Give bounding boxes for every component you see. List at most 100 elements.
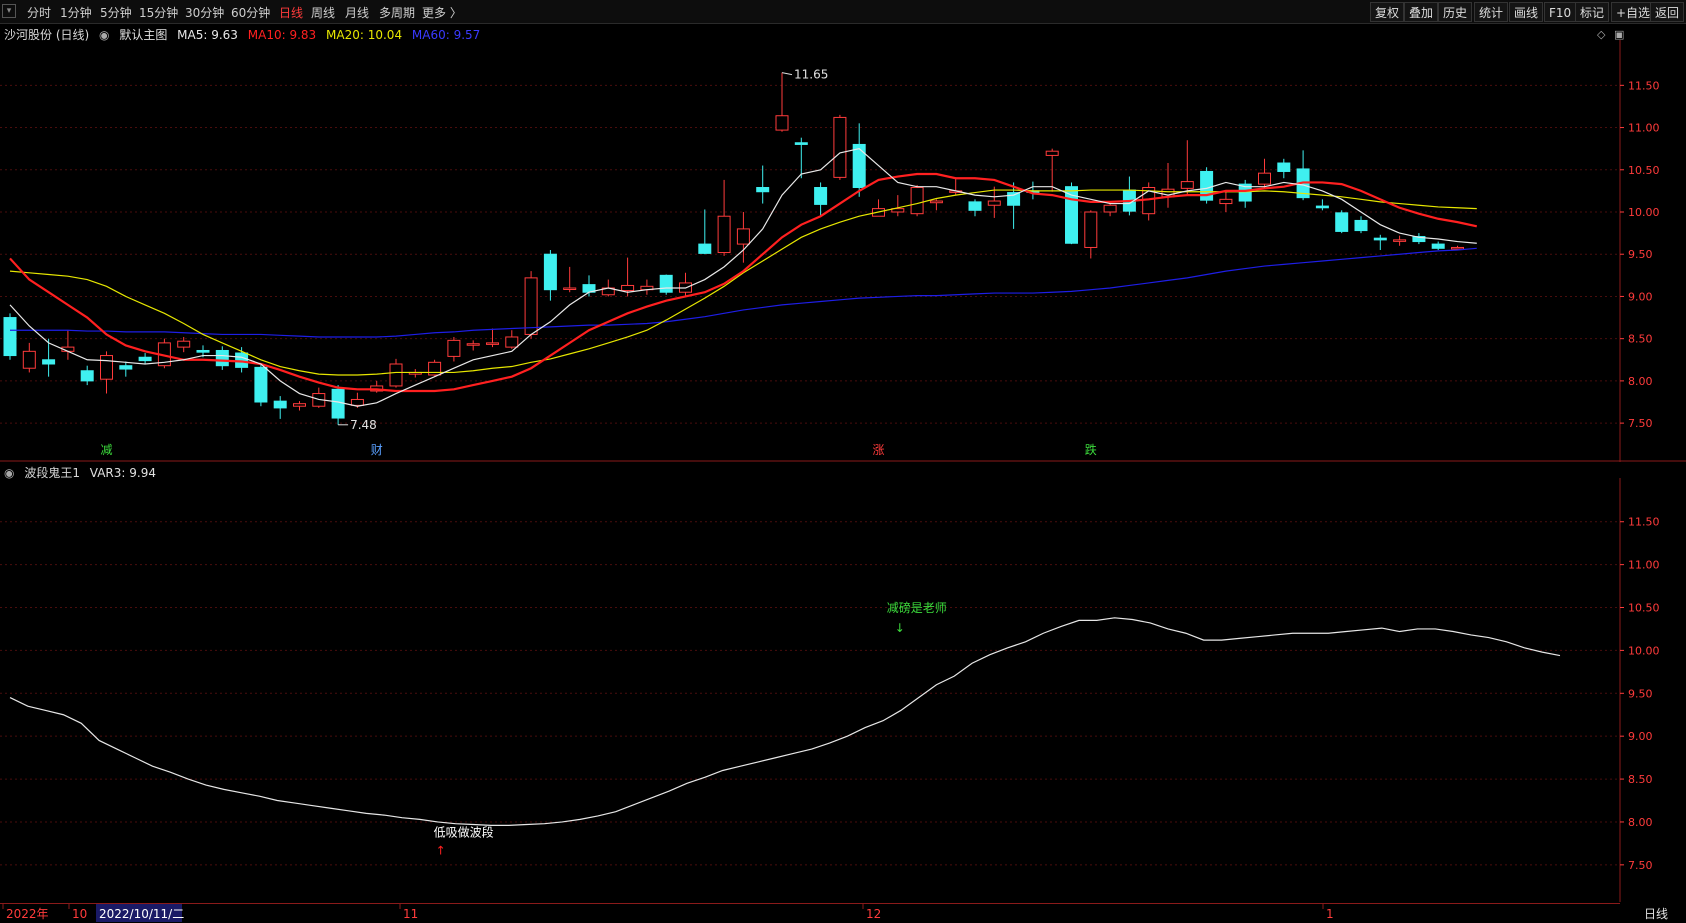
window-menu-icon[interactable]: ▾ — [2, 4, 16, 18]
sell-arrow-icon: ↓ — [895, 621, 905, 635]
period-30min[interactable]: 30分钟 — [185, 4, 224, 21]
candle-body — [293, 403, 306, 407]
sub-y-tick-label: 7.50 — [1628, 859, 1653, 872]
candle-body — [1315, 205, 1329, 209]
candle-body — [736, 228, 750, 245]
date-label-m12: 12 — [866, 907, 881, 921]
candle-body — [1373, 237, 1387, 241]
period-daily[interactable]: 日线 — [279, 4, 303, 21]
candle-body — [775, 115, 789, 131]
period-fenshi[interactable]: 分时 — [27, 4, 51, 21]
var3-line — [9, 617, 1561, 826]
date-axis: 2022年 10 11 12 1 2022/10/11/二 日线 — [0, 903, 1686, 923]
candle-body — [486, 342, 499, 345]
candle-body — [1335, 212, 1349, 232]
date-label-m11: 11 — [403, 907, 418, 921]
candle-body — [1084, 211, 1098, 248]
candle-body — [621, 284, 635, 292]
candle-body — [1393, 239, 1407, 242]
candle-body — [910, 187, 924, 215]
candle-body — [756, 187, 770, 193]
mark-button[interactable]: 标记 — [1575, 2, 1610, 22]
ma5-line — [9, 148, 1477, 407]
date-axis-bg — [0, 903, 1686, 923]
stats-button[interactable]: 统计 — [1474, 2, 1509, 22]
candle-body — [1103, 204, 1117, 213]
sub-y-tick-label: 11.50 — [1628, 516, 1660, 529]
y-tick-label: 10.50 — [1628, 164, 1660, 177]
candle-body — [428, 361, 442, 376]
candle-body — [22, 350, 36, 369]
ma10-line — [9, 172, 1478, 393]
candle-body — [698, 243, 712, 254]
event-mark: 跌 — [1085, 442, 1097, 457]
period-weekly[interactable]: 周线 — [311, 4, 335, 21]
period-5min[interactable]: 5分钟 — [100, 4, 132, 21]
candle-body — [814, 187, 828, 205]
low-label: 7.48 — [350, 418, 377, 432]
candle-body — [100, 355, 113, 380]
candle-body — [42, 359, 56, 365]
sub-y-tick-label: 8.50 — [1628, 773, 1653, 786]
kline-chart[interactable]: 11.50 11.00 10.50 10.00 9.50 9.00 8.50 8.00 7.50… — [0, 40, 1686, 462]
candle-body — [331, 388, 345, 419]
sub-y-tick-label: 9.50 — [1628, 687, 1653, 700]
period-label: 日线 — [1644, 907, 1668, 921]
candle-body — [543, 253, 557, 291]
candle-body — [852, 143, 866, 189]
candle-body — [389, 363, 403, 387]
candle-body — [1258, 172, 1271, 185]
candle-body — [1277, 162, 1291, 172]
cursor-date-label: 2022/10/11/二 — [99, 907, 184, 921]
period-15min[interactable]: 15分钟 — [139, 4, 178, 21]
candle-body — [659, 274, 673, 293]
event-mark: 财 — [371, 443, 383, 457]
buy-signal-label: 低吸做波段 — [434, 825, 494, 840]
candle-body — [524, 277, 538, 335]
period-60min[interactable]: 60分钟 — [231, 4, 270, 21]
y-tick-label: 9.00 — [1628, 290, 1653, 303]
candle-body — [717, 215, 731, 254]
sub-y-tick-label: 11.00 — [1628, 559, 1660, 572]
candle-body — [447, 339, 461, 357]
candle-body — [350, 398, 364, 406]
candle-body — [987, 200, 1001, 206]
date-label-m10: 10 — [72, 907, 87, 921]
y-tick-label: 7.50 — [1628, 417, 1653, 430]
f10-button[interactable]: F10 — [1544, 2, 1577, 22]
candle-body — [196, 349, 210, 353]
candle-body — [1219, 198, 1233, 205]
draw-line-button[interactable]: 画线 — [1509, 2, 1544, 22]
candle-body — [968, 201, 982, 211]
candle-body — [273, 400, 287, 409]
indicator-chart[interactable]: 11.50 11.00 10.50 10.00 9.50 9.00 8.50 8.00 7.50… — [0, 478, 1686, 902]
event-mark: 涨 — [873, 442, 885, 457]
period-monthly[interactable]: 月线 — [345, 4, 369, 21]
y-tick-label: 11.50 — [1628, 79, 1660, 92]
period-multi[interactable]: 多周期 — [379, 4, 415, 21]
y-tick-label: 8.00 — [1628, 375, 1653, 388]
overlay-button[interactable]: 叠加 — [1404, 2, 1439, 22]
back-button[interactable]: 返回 — [1650, 2, 1685, 22]
period-1min[interactable]: 1分钟 — [60, 4, 92, 21]
fuquan-button[interactable]: 复权 — [1370, 2, 1405, 22]
add-favorite-button[interactable]: +自选 — [1611, 2, 1656, 22]
y-tick-label: 10.00 — [1628, 206, 1660, 219]
candle-body — [794, 142, 808, 145]
candle-body — [1180, 181, 1194, 189]
candle-body — [563, 287, 577, 290]
history-button[interactable]: 历史 — [1438, 2, 1473, 22]
event-mark: 减 — [101, 443, 113, 457]
sub-y-tick-label: 10.50 — [1628, 602, 1660, 615]
sub-y-tick-label: 8.00 — [1628, 816, 1653, 829]
buy-arrow-icon: ↑ — [436, 844, 446, 858]
y-tick-label: 11.00 — [1628, 122, 1660, 135]
sell-signal-label: 减磅是老师 — [887, 600, 947, 615]
sub-y-tick-label: 10.00 — [1628, 644, 1660, 657]
candle-body — [833, 116, 847, 178]
candle-body — [1451, 246, 1464, 250]
candle-body — [466, 343, 480, 346]
candle-body — [1045, 150, 1059, 156]
period-more[interactable]: 更多 〉 — [422, 4, 462, 21]
high-arrow — [781, 72, 793, 76]
